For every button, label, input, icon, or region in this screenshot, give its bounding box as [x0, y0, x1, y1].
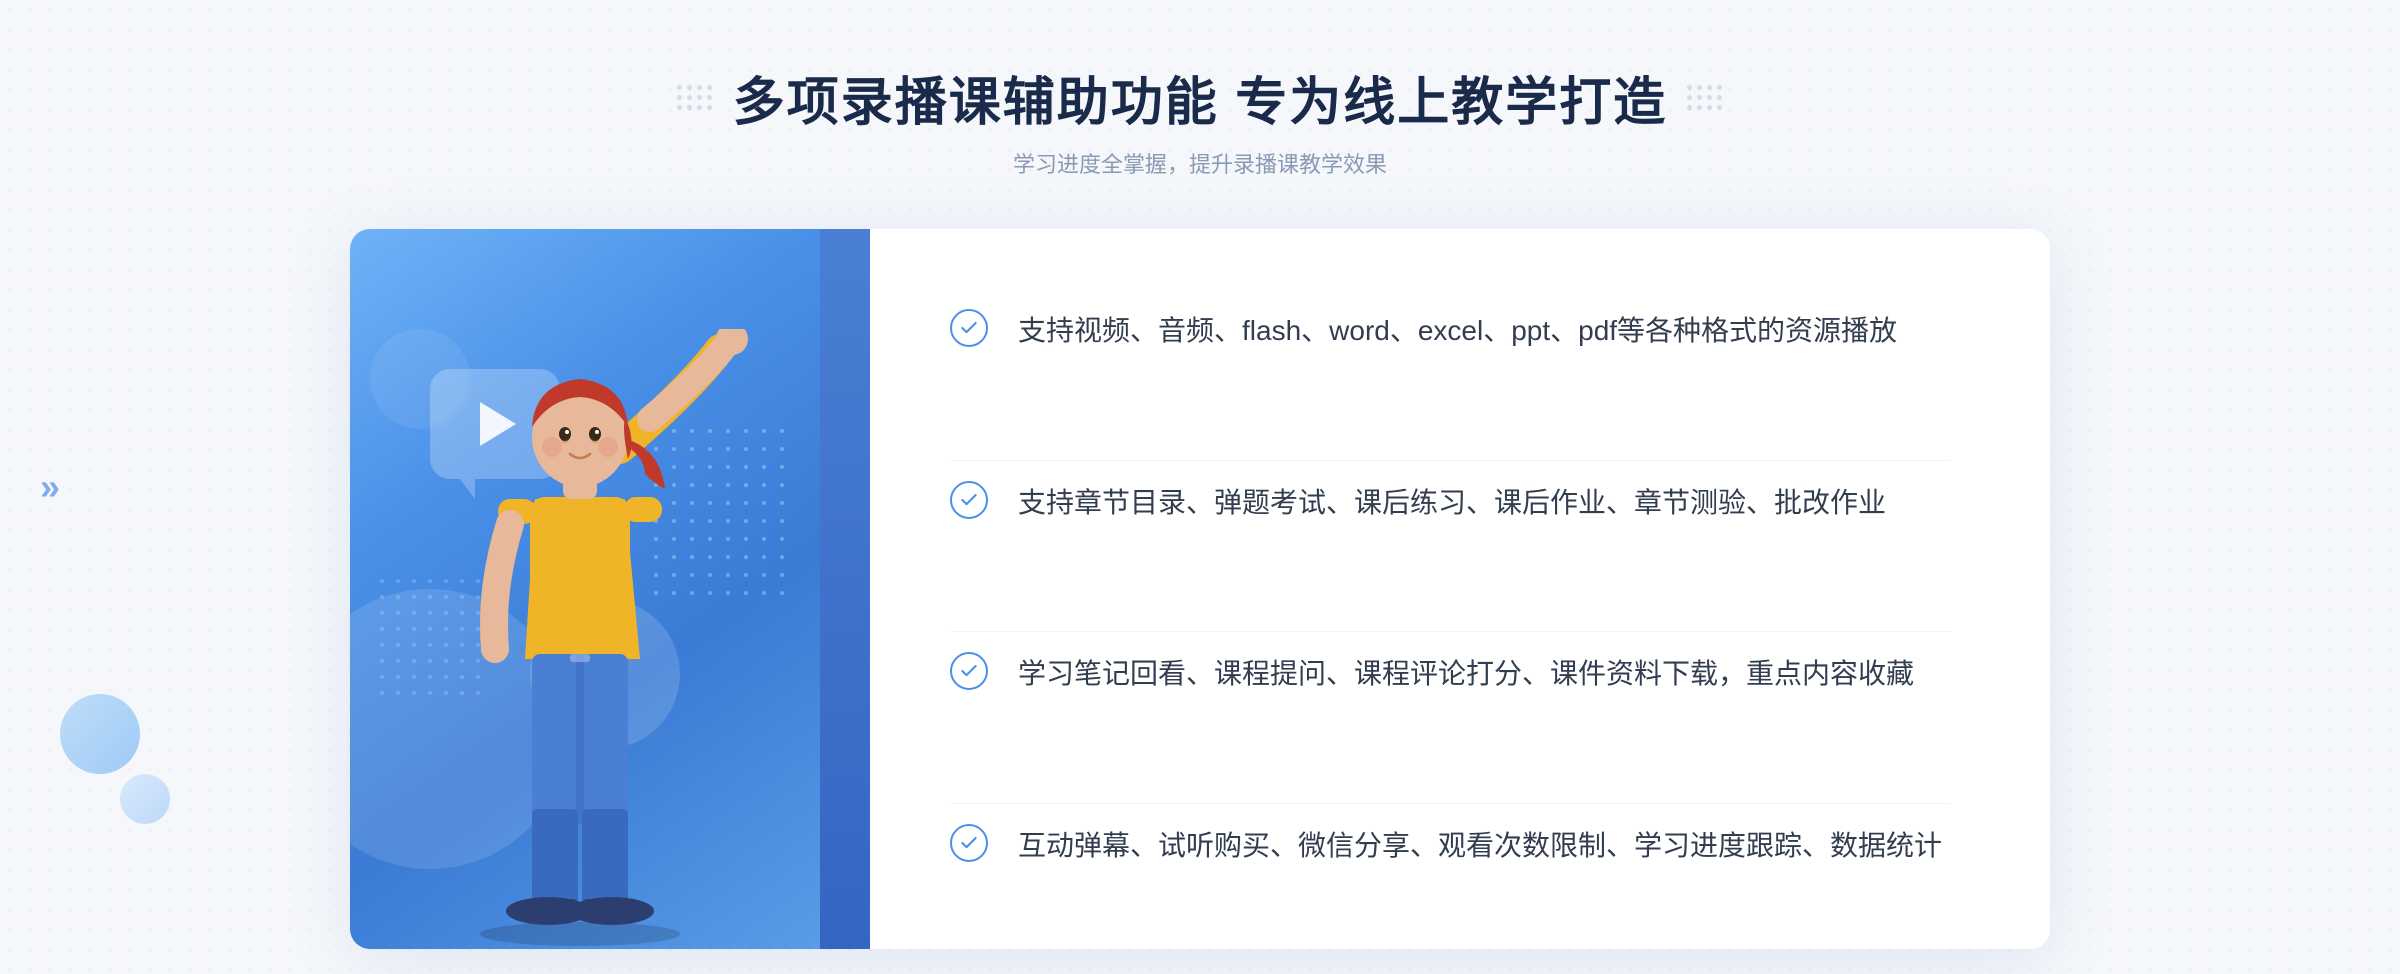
check-icon-1	[950, 309, 988, 347]
feature-item-2: 支持章节目录、弹题考试、课后练习、课后作业、章节测验、批改作业	[950, 460, 1950, 546]
page-title: 多项录播课辅助功能 专为线上教学打造	[733, 60, 1667, 135]
right-dot-decoration	[1687, 85, 1723, 111]
page-container: 多项录播课辅助功能 专为线上教学打造 学习进度全掌握，提升录播课教学效果	[0, 0, 2400, 974]
check-icon-3	[950, 652, 988, 690]
feature-item-1: 支持视频、音频、flash、word、excel、ppt、pdf等各种格式的资源…	[950, 289, 1950, 374]
left-dot-decoration	[677, 85, 713, 111]
feature-text-3: 学习笔记回看、课程提问、课程评论打分、课件资料下载，重点内容收藏	[1018, 652, 1914, 697]
blue-accent-bar	[820, 229, 870, 949]
feature-item-3: 学习笔记回看、课程提问、课程评论打分、课件资料下载，重点内容收藏	[950, 631, 1950, 717]
header-title-row: 多项录播课辅助功能 专为线上教学打造	[677, 60, 1723, 135]
check-icon-2	[950, 481, 988, 519]
illustration-panel	[350, 229, 870, 949]
feature-text-2: 支持章节目录、弹题考试、课后练习、课后作业、章节测验、批改作业	[1018, 481, 1886, 526]
feature-text-4: 互动弹幕、试听购买、微信分享、观看次数限制、学习进度跟踪、数据统计	[1018, 824, 1942, 869]
character-illustration	[380, 329, 780, 949]
feature-text-1: 支持视频、音频、flash、word、excel、ppt、pdf等各种格式的资源…	[1018, 309, 1897, 354]
feature-item-4: 互动弹幕、试听购买、微信分享、观看次数限制、学习进度跟踪、数据统计	[950, 803, 1950, 889]
page-subtitle: 学习进度全掌握，提升录播课教学效果	[677, 147, 1723, 179]
check-icon-4	[950, 824, 988, 862]
content-area: 支持视频、音频、flash、word、excel、ppt、pdf等各种格式的资源…	[350, 229, 2050, 949]
left-chevrons-decoration: »	[40, 466, 60, 508]
content-panel: 支持视频、音频、flash、word、excel、ppt、pdf等各种格式的资源…	[870, 229, 2050, 949]
header-section: 多项录播课辅助功能 专为线上教学打造 学习进度全掌握，提升录播课教学效果	[677, 60, 1723, 179]
